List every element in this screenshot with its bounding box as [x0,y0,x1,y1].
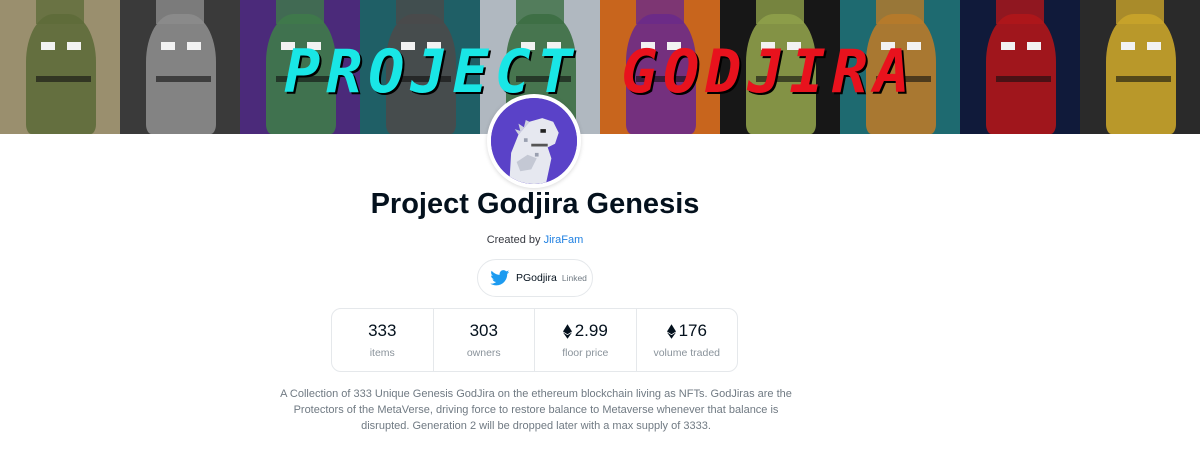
twitter-icon [490,270,510,286]
stat-owners-label: owners [466,347,501,359]
banner-title: PROJECT GODJIRA [0,40,1200,104]
ethereum-icon [562,323,572,339]
godjira-avatar-icon [491,98,577,184]
collection-title: Project Godjira Genesis [370,188,700,220]
created-by-label: Created by [486,234,541,246]
collection-avatar[interactable] [487,94,581,188]
stat-volume-traded[interactable]: 176 volume traded [635,309,738,371]
stat-items-value: 333 [368,321,397,340]
twitter-link-pill[interactable]: PGodjira Linked [477,259,593,297]
collection-stats: 333 items 303 owners 2.99 floor price 17… [331,308,738,372]
stat-volume-traded-label: volume traded [653,347,721,359]
twitter-handle: PGodjira [516,272,557,284]
collection-description: A Collection of 333 Unique Genesis GodJi… [280,388,792,432]
banner-title-word-2: GODJIRA [621,37,916,107]
stat-owners-value: 303 [469,321,498,340]
stat-items[interactable]: 333 items [332,309,433,371]
stat-floor-price-label: floor price [562,347,609,359]
created-by: Created by JiraFam [0,234,1070,246]
stat-owners[interactable]: 303 owners [432,309,535,371]
stat-floor-price-value: 2.99 [574,321,608,340]
ethereum-icon [666,323,676,339]
creator-link[interactable]: JiraFam [544,234,584,246]
stat-floor-price[interactable]: 2.99 floor price [534,309,636,371]
stat-items-label: items [369,347,395,359]
stat-volume-traded-value: 176 [678,321,707,340]
linked-status: Linked [561,273,587,283]
